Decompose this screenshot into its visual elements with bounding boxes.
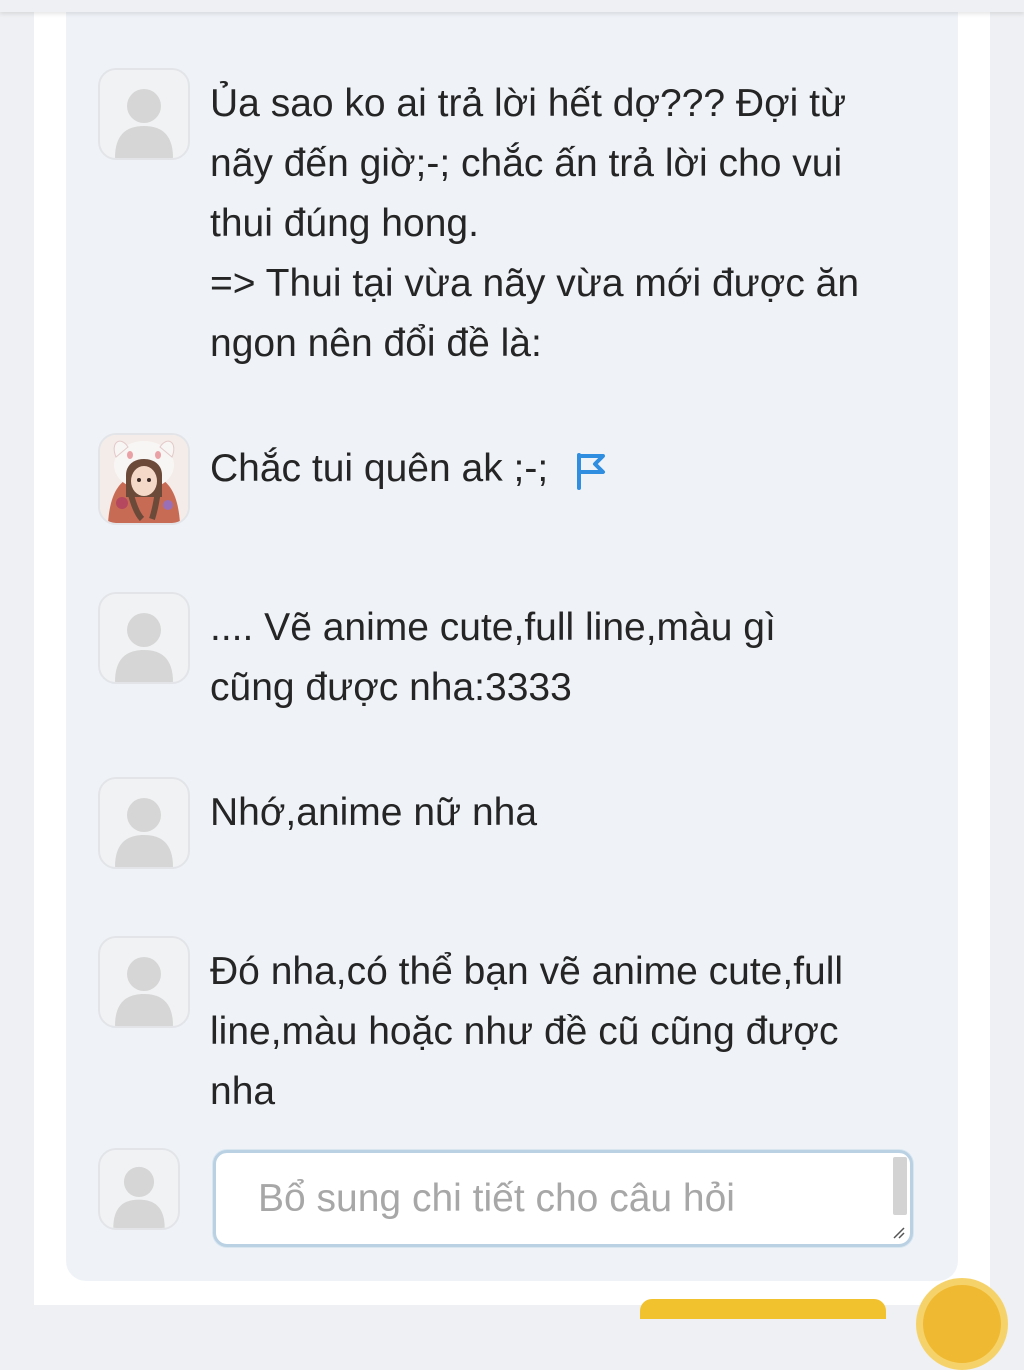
- comment-text: .... Vẽ anime cute,full line,màu gì cũng…: [210, 606, 776, 709]
- comment-item: Chắc tui quên ak ;-;: [98, 433, 918, 525]
- default-user-icon[interactable]: [98, 68, 190, 160]
- floating-action-button[interactable]: [916, 1278, 1008, 1370]
- flag-icon[interactable]: [574, 448, 608, 490]
- reply-box: [213, 1150, 913, 1247]
- comment-item: Nhớ,anime nữ nha: [98, 777, 918, 869]
- top-bar: [0, 0, 1024, 12]
- comment-text: Nhớ,anime nữ nha: [210, 791, 538, 834]
- scrollbar[interactable]: [893, 1157, 907, 1215]
- default-user-icon[interactable]: [98, 592, 190, 684]
- comment-item: Ủa sao ko ai trả lời hết dợ??? Đợi từ nã…: [98, 68, 918, 368]
- comment-text-content: Chắc tui quên ak ;-;: [210, 447, 549, 490]
- comment-text: Đó nha,có thể bạn vẽ anime cute,full lin…: [210, 950, 844, 1113]
- resize-handle-icon[interactable]: [888, 1222, 906, 1240]
- comment-item: .... Vẽ anime cute,full line,màu gì cũng…: [98, 592, 918, 722]
- default-user-icon[interactable]: [98, 777, 190, 869]
- anime-girl-avatar[interactable]: [98, 433, 190, 525]
- submit-button[interactable]: [640, 1299, 886, 1319]
- comment-text: Ủa sao ko ai trả lời hết dợ??? Đợi từ nã…: [210, 82, 860, 365]
- comment-text: Chắc tui quên ak ;-;: [210, 439, 608, 499]
- reply-input[interactable]: [216, 1153, 910, 1244]
- comment-item: Đó nha,có thể bạn vẽ anime cute,full lin…: [98, 936, 918, 1116]
- default-user-icon[interactable]: [98, 936, 190, 1028]
- default-user-icon: [98, 1148, 180, 1230]
